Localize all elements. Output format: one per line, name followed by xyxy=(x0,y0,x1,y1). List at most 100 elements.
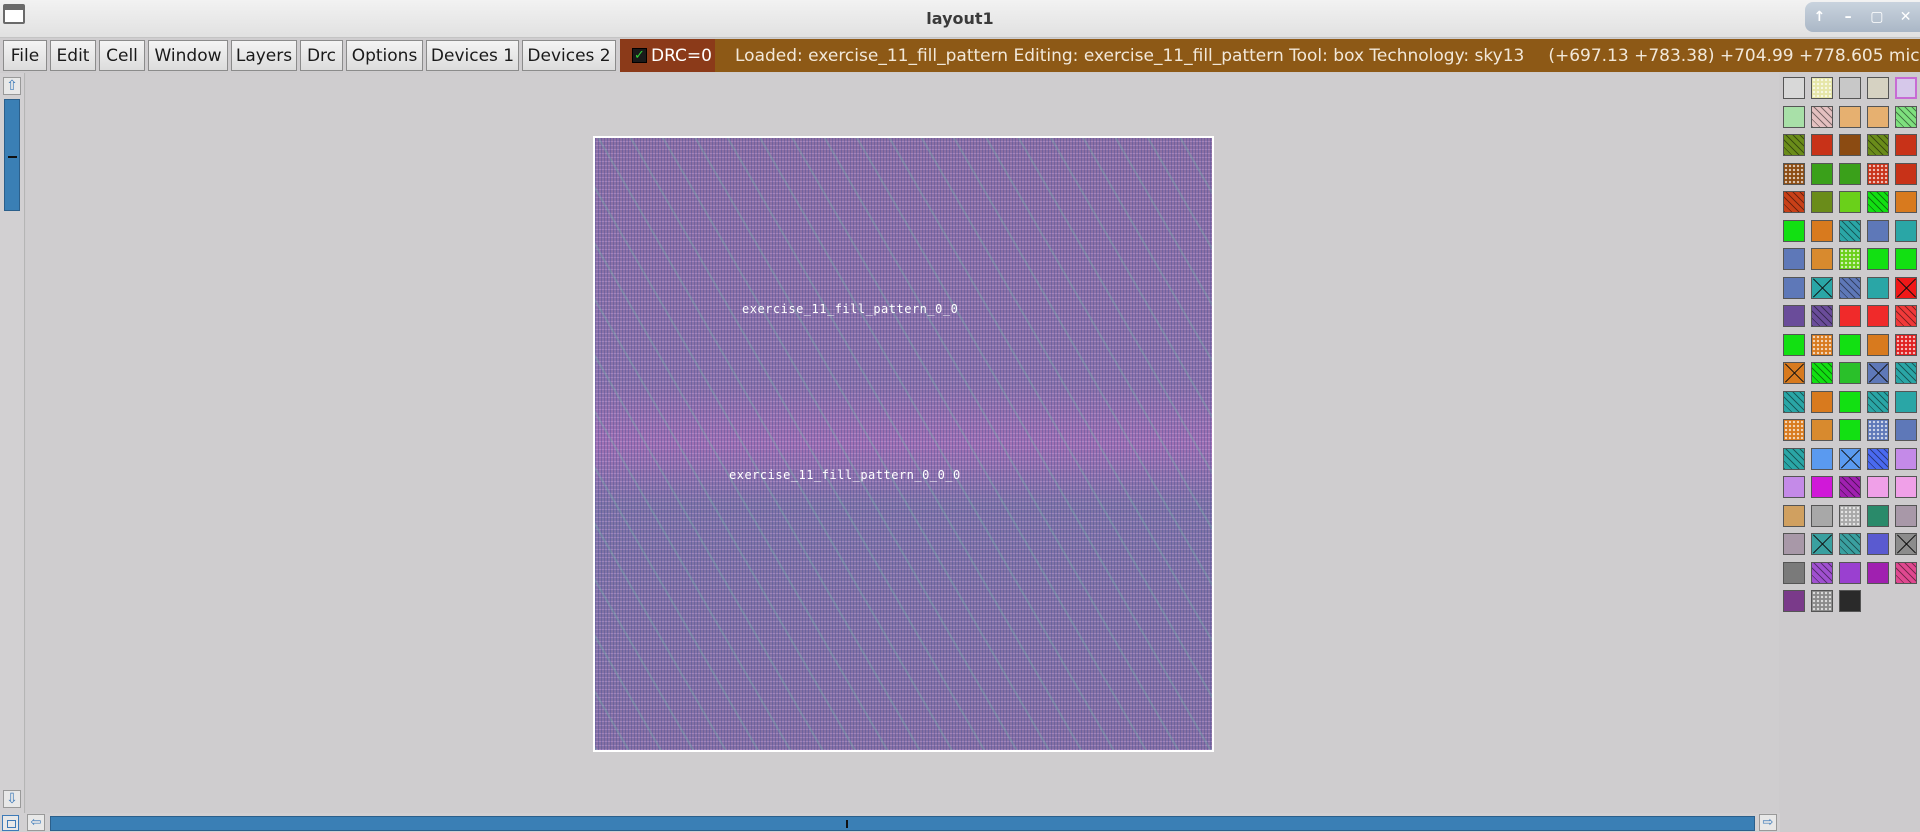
layer-swatch[interactable] xyxy=(1867,333,1889,356)
layer-swatch[interactable] xyxy=(1811,248,1833,270)
layer-swatch[interactable] xyxy=(1811,305,1833,327)
scroll-down-icon[interactable]: ⇩ xyxy=(3,790,21,808)
layer-swatch[interactable] xyxy=(1811,561,1833,584)
layer-swatch[interactable] xyxy=(1867,419,1889,441)
layer-swatch[interactable] xyxy=(1839,390,1861,413)
layer-swatch[interactable] xyxy=(1867,504,1889,527)
layer-swatch[interactable] xyxy=(1839,504,1861,527)
layer-swatch[interactable] xyxy=(1867,77,1889,99)
layer-swatch[interactable] xyxy=(1895,276,1917,299)
layer-swatch[interactable] xyxy=(1811,333,1833,356)
layer-swatch[interactable] xyxy=(1895,362,1917,384)
layer-swatch[interactable] xyxy=(1839,77,1861,99)
maximize-icon[interactable]: ▢ xyxy=(1866,9,1888,25)
layer-swatch[interactable] xyxy=(1839,219,1861,242)
layer-swatch[interactable] xyxy=(1895,134,1917,156)
layer-swatch[interactable] xyxy=(1867,476,1889,498)
layer-swatch[interactable] xyxy=(1895,333,1917,356)
layer-swatch[interactable] xyxy=(1867,191,1889,213)
layer-swatch[interactable] xyxy=(1783,476,1805,498)
layer-swatch[interactable] xyxy=(1783,162,1805,185)
vertical-scroll-thumb[interactable] xyxy=(4,99,20,211)
scroll-up-icon[interactable]: ⇧ xyxy=(3,77,21,95)
drc-toggle[interactable]: ✓ DRC=0 xyxy=(620,39,715,72)
layer-swatch[interactable] xyxy=(1839,248,1861,270)
layer-swatch[interactable] xyxy=(1783,447,1805,470)
layer-swatch[interactable] xyxy=(1895,305,1917,327)
layer-swatch[interactable] xyxy=(1783,533,1805,555)
layer-swatch[interactable] xyxy=(1783,590,1805,612)
layer-swatch[interactable] xyxy=(1811,105,1833,128)
layer-swatch[interactable] xyxy=(1811,191,1833,213)
layer-swatch[interactable] xyxy=(1839,162,1861,185)
layer-swatch[interactable] xyxy=(1811,276,1833,299)
layer-swatch[interactable] xyxy=(1867,105,1889,128)
layer-swatch[interactable] xyxy=(1839,105,1861,128)
layer-swatch[interactable] xyxy=(1867,390,1889,413)
zoom-box-icon[interactable] xyxy=(2,815,19,831)
horizontal-scroll-thumb[interactable] xyxy=(50,816,1755,831)
layer-swatch[interactable] xyxy=(1839,533,1861,555)
menu-edit[interactable]: Edit xyxy=(50,40,96,71)
close-icon[interactable]: ✕ xyxy=(1895,9,1917,25)
layer-swatch[interactable] xyxy=(1839,333,1861,356)
layer-swatch[interactable] xyxy=(1783,305,1805,327)
layer-swatch[interactable] xyxy=(1783,362,1805,384)
minimize-icon[interactable]: – xyxy=(1837,9,1859,25)
layer-swatch[interactable] xyxy=(1783,77,1805,99)
menu-devices-1[interactable]: Devices 1 xyxy=(426,40,519,71)
layer-swatch[interactable] xyxy=(1839,134,1861,156)
layer-swatch[interactable] xyxy=(1811,390,1833,413)
layer-swatch[interactable] xyxy=(1867,362,1889,384)
menu-window[interactable]: Window xyxy=(148,40,228,71)
layer-swatch[interactable] xyxy=(1867,248,1889,270)
menu-drc[interactable]: Drc xyxy=(300,40,343,71)
layer-swatch[interactable] xyxy=(1867,533,1889,555)
layer-swatch[interactable] xyxy=(1867,276,1889,299)
layer-swatch[interactable] xyxy=(1783,561,1805,584)
layer-swatch[interactable] xyxy=(1867,447,1889,470)
menu-layers[interactable]: Layers xyxy=(231,40,297,71)
layer-swatch[interactable] xyxy=(1895,476,1917,498)
layer-swatch[interactable] xyxy=(1783,504,1805,527)
layer-swatch[interactable] xyxy=(1867,134,1889,156)
layer-swatch[interactable] xyxy=(1811,504,1833,527)
layer-swatch[interactable] xyxy=(1895,504,1917,527)
layer-swatch[interactable] xyxy=(1811,533,1833,555)
layer-swatch[interactable] xyxy=(1895,77,1917,99)
layer-swatch[interactable] xyxy=(1811,447,1833,470)
layer-swatch[interactable] xyxy=(1811,419,1833,441)
layout-canvas[interactable]: exercise_11_fill_pattern_0_0 exercise_11… xyxy=(26,73,1779,813)
layer-swatch[interactable] xyxy=(1839,590,1861,612)
layer-swatch[interactable] xyxy=(1867,561,1889,584)
cell-layout-view[interactable]: exercise_11_fill_pattern_0_0 exercise_11… xyxy=(593,136,1214,752)
layer-swatch[interactable] xyxy=(1839,419,1861,441)
layer-swatch[interactable] xyxy=(1839,305,1861,327)
layer-swatch[interactable] xyxy=(1839,191,1861,213)
layer-swatch[interactable] xyxy=(1783,333,1805,356)
layer-swatch[interactable] xyxy=(1839,561,1861,584)
layer-swatch[interactable] xyxy=(1783,219,1805,242)
horizontal-scrollbar[interactable]: ⇦ ⇨ xyxy=(0,813,1780,832)
scroll-left-icon[interactable]: ⇦ xyxy=(27,814,45,831)
layer-swatch[interactable] xyxy=(1783,276,1805,299)
layer-swatch[interactable] xyxy=(1839,362,1861,384)
drc-checkbox[interactable]: ✓ xyxy=(632,48,647,63)
layer-swatch[interactable] xyxy=(1895,191,1917,213)
layer-swatch[interactable] xyxy=(1895,248,1917,270)
layer-swatch[interactable] xyxy=(1895,447,1917,470)
layer-swatch[interactable] xyxy=(1783,191,1805,213)
layer-swatch[interactable] xyxy=(1839,476,1861,498)
menu-cell[interactable]: Cell xyxy=(99,40,145,71)
layer-swatch[interactable] xyxy=(1783,419,1805,441)
layer-swatch[interactable] xyxy=(1811,476,1833,498)
layer-swatch[interactable] xyxy=(1811,590,1833,612)
scroll-right-icon[interactable]: ⇨ xyxy=(1759,814,1777,831)
layer-swatch[interactable] xyxy=(1811,219,1833,242)
vertical-scrollbar[interactable]: ⇧ ⇩ xyxy=(0,73,25,813)
layer-swatch[interactable] xyxy=(1895,561,1917,584)
layer-swatch[interactable] xyxy=(1783,134,1805,156)
layer-swatch[interactable] xyxy=(1895,105,1917,128)
layer-swatch[interactable] xyxy=(1783,105,1805,128)
layer-swatch[interactable] xyxy=(1895,390,1917,413)
